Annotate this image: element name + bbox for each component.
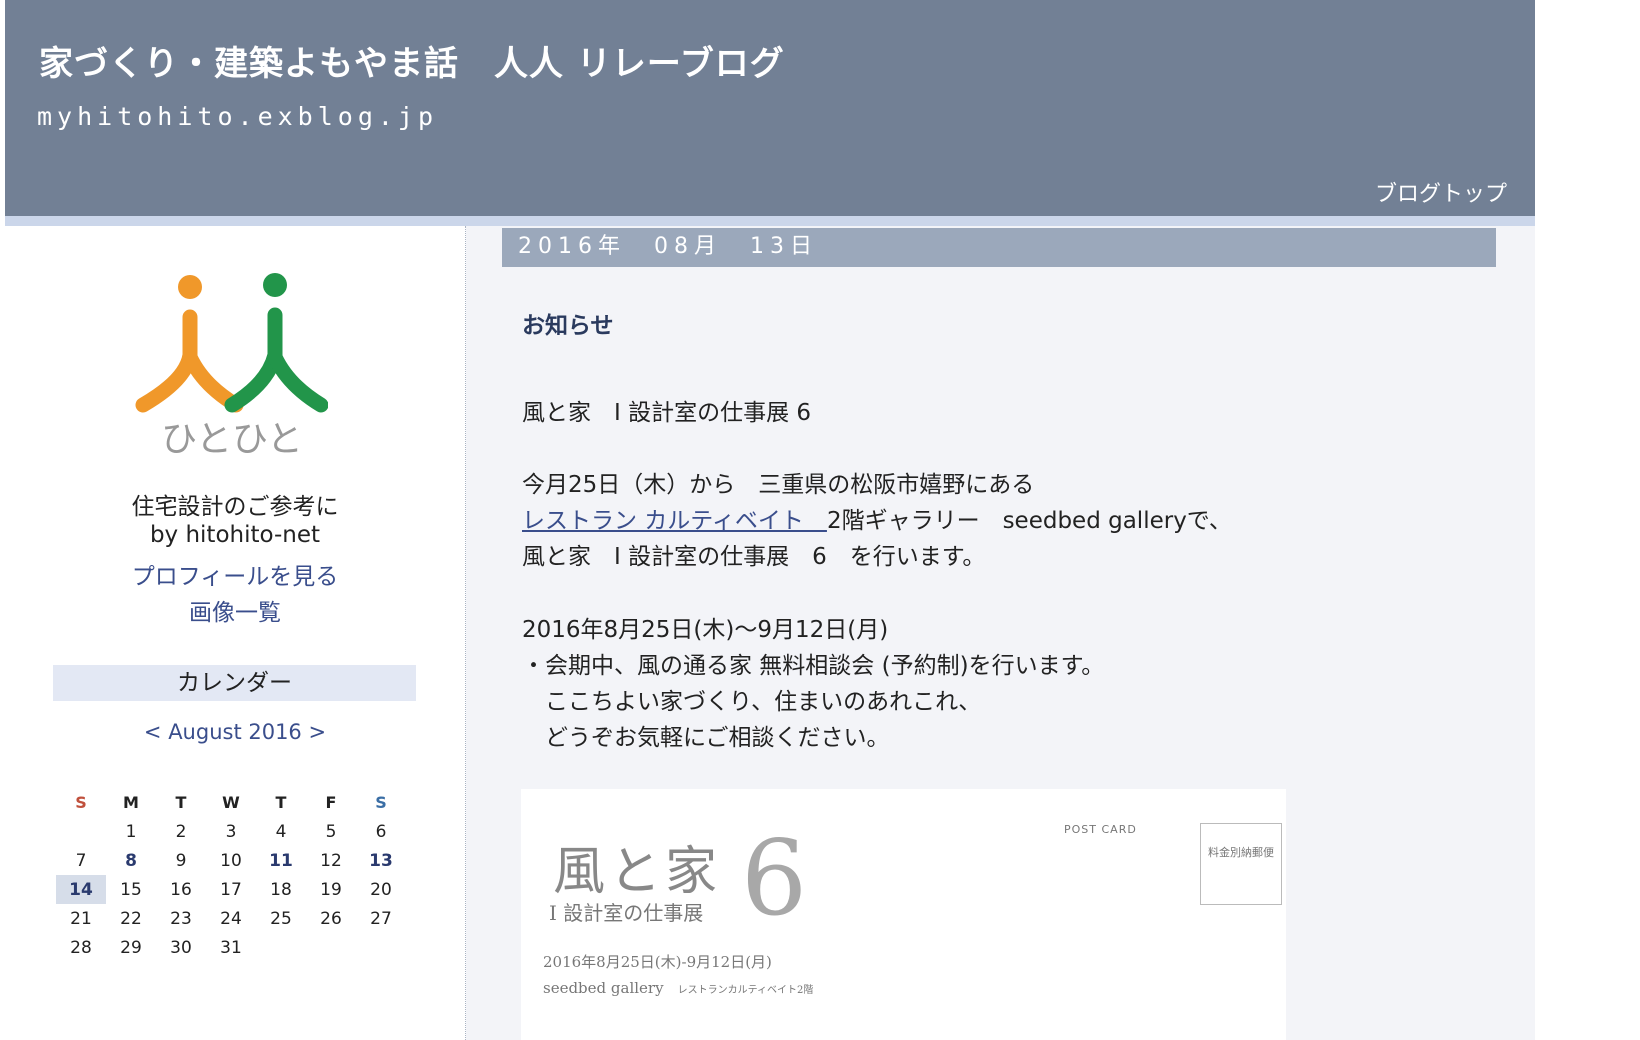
post-line: 風と家 I 設計室の仕事展 6 を行います。 <box>522 544 986 570</box>
calendar-day[interactable]: 14 <box>56 875 106 904</box>
profile-line-2: by hitohito-net <box>149 522 321 548</box>
post-date: 2016年 08月 13日 <box>502 228 1496 267</box>
calendar-empty-cell <box>56 817 106 846</box>
calendar-day: 20 <box>370 879 392 900</box>
calendar-weekday: W <box>222 793 240 812</box>
post-line: 今月25日（木）から 三重県の松阪市嬉野にある <box>522 472 1035 498</box>
post-line-rest: 2階ギャラリー seedbed galleryで、 <box>826 508 1232 534</box>
blog-top-link[interactable]: ブログトップ <box>1375 176 1507 208</box>
post-line: ここちよい家づくり、住まいのあれこれ、 <box>522 689 982 715</box>
calendar-weekday: S <box>375 793 387 812</box>
calendar-day: 19 <box>320 879 342 900</box>
post-line: レストラン カルティベイト 2階ギャラリー seedbed galleryで、 <box>522 501 1232 535</box>
view-profile-link[interactable]: プロフィールを見る <box>5 557 465 591</box>
calendar-day: 30 <box>170 937 192 958</box>
postcard-venue-note: レストランカルティベイト2階 <box>677 985 814 996</box>
calendar-day[interactable]: 13 <box>356 846 406 875</box>
postage-box: 料金別納郵便 <box>1200 823 1282 905</box>
calendar-weekday: M <box>123 793 139 812</box>
restaurant-link[interactable]: レストラン カルティベイト <box>522 508 827 534</box>
calendar-grid: SMTWTFS 1 2 3 4 5 6 7 8 9 10 11 12 13 14 15 16 17 18 19 20 2… <box>56 788 406 962</box>
calendar-day: 1 <box>125 821 137 842</box>
hitohito-logo: ひとひと <box>135 273 328 460</box>
calendar-day: 29 <box>120 937 142 958</box>
calendar-day: 16 <box>170 879 192 900</box>
header-divider <box>5 216 1535 226</box>
post-line: ・会期中、風の通る家 無料相談会 (予約制)を行います。 <box>522 653 1105 679</box>
logo-text: ひとひと <box>161 419 303 460</box>
calendar-day: 10 <box>220 850 242 871</box>
post-line: 風と家 I 設計室の仕事展 6 <box>522 400 812 426</box>
calendar-day: 18 <box>270 879 292 900</box>
post-line: どうぞお気軽にご相談ください。 <box>522 725 890 751</box>
calendar-nav: < August 2016 > <box>5 720 465 744</box>
calendar-day: 15 <box>120 879 142 900</box>
profile-line-1: 住宅設計のご参考に <box>131 494 339 520</box>
calendar-day: 21 <box>70 908 92 929</box>
postcard-image[interactable]: 風と家 6 I 設計室の仕事展 POST CARD 料金別納郵便 2016年8月… <box>521 789 1286 1040</box>
calendar-day: 24 <box>220 908 242 929</box>
calendar-day[interactable]: 11 <box>256 846 306 875</box>
calendar-next-link[interactable]: > <box>308 720 326 744</box>
calendar-day: 26 <box>320 908 342 929</box>
post-title[interactable]: お知らせ <box>522 306 614 340</box>
calendar-day: 9 <box>175 850 187 871</box>
postcard-number: 6 <box>741 817 808 939</box>
site-title[interactable]: 家づくり・建築よもやま話 人人 リレーブログ <box>39 36 785 85</box>
image-list-link[interactable]: 画像一覧 <box>5 593 465 627</box>
postcard-venue: seedbed gallery レストランカルティベイト2階 <box>543 979 813 997</box>
calendar-day: 7 <box>75 850 87 871</box>
calendar-day: 23 <box>170 908 192 929</box>
post-line: 2016年8月25日(木)〜9月12日(月) <box>522 617 889 643</box>
calendar-day[interactable]: 8 <box>106 846 156 875</box>
calendar-weekday: F <box>325 793 337 812</box>
site-header: 家づくり・建築よもやま話 人人 リレーブログ myhitohito.exblog… <box>5 0 1535 216</box>
calendar-empty-cell <box>256 933 306 962</box>
calendar-empty-cell <box>306 933 356 962</box>
calendar-weekday: T <box>175 793 187 812</box>
calendar-day: 22 <box>120 908 142 929</box>
calendar-month: August 2016 <box>168 720 302 744</box>
calendar-prev-link[interactable]: < <box>144 720 162 744</box>
calendar-day: 25 <box>270 908 292 929</box>
postcard-title: 風と家 <box>553 842 722 902</box>
calendar-day: 4 <box>275 821 287 842</box>
calendar-day: 12 <box>320 850 342 871</box>
calendar-weekday: T <box>275 793 287 812</box>
calendar-weekday: S <box>75 793 87 812</box>
postcard-dates: 2016年8月25日(木)-9月12日(月) <box>543 953 772 971</box>
calendar-day: 31 <box>220 937 242 958</box>
calendar-day: 28 <box>70 937 92 958</box>
calendar-day: 3 <box>225 821 237 842</box>
postcard-label: POST CARD <box>1064 823 1137 836</box>
calendar-heading: カレンダー <box>53 665 416 701</box>
calendar-empty-cell <box>356 933 406 962</box>
calendar-day: 17 <box>220 879 242 900</box>
calendar-day: 2 <box>175 821 187 842</box>
site-url: myhitohito.exblog.jp <box>37 102 439 131</box>
calendar-day: 5 <box>325 821 337 842</box>
calendar-day: 27 <box>370 908 392 929</box>
postcard-subtitle: I 設計室の仕事展 <box>549 901 704 925</box>
calendar-day: 6 <box>375 821 387 842</box>
postcard-venue-name: seedbed gallery <box>543 979 664 997</box>
